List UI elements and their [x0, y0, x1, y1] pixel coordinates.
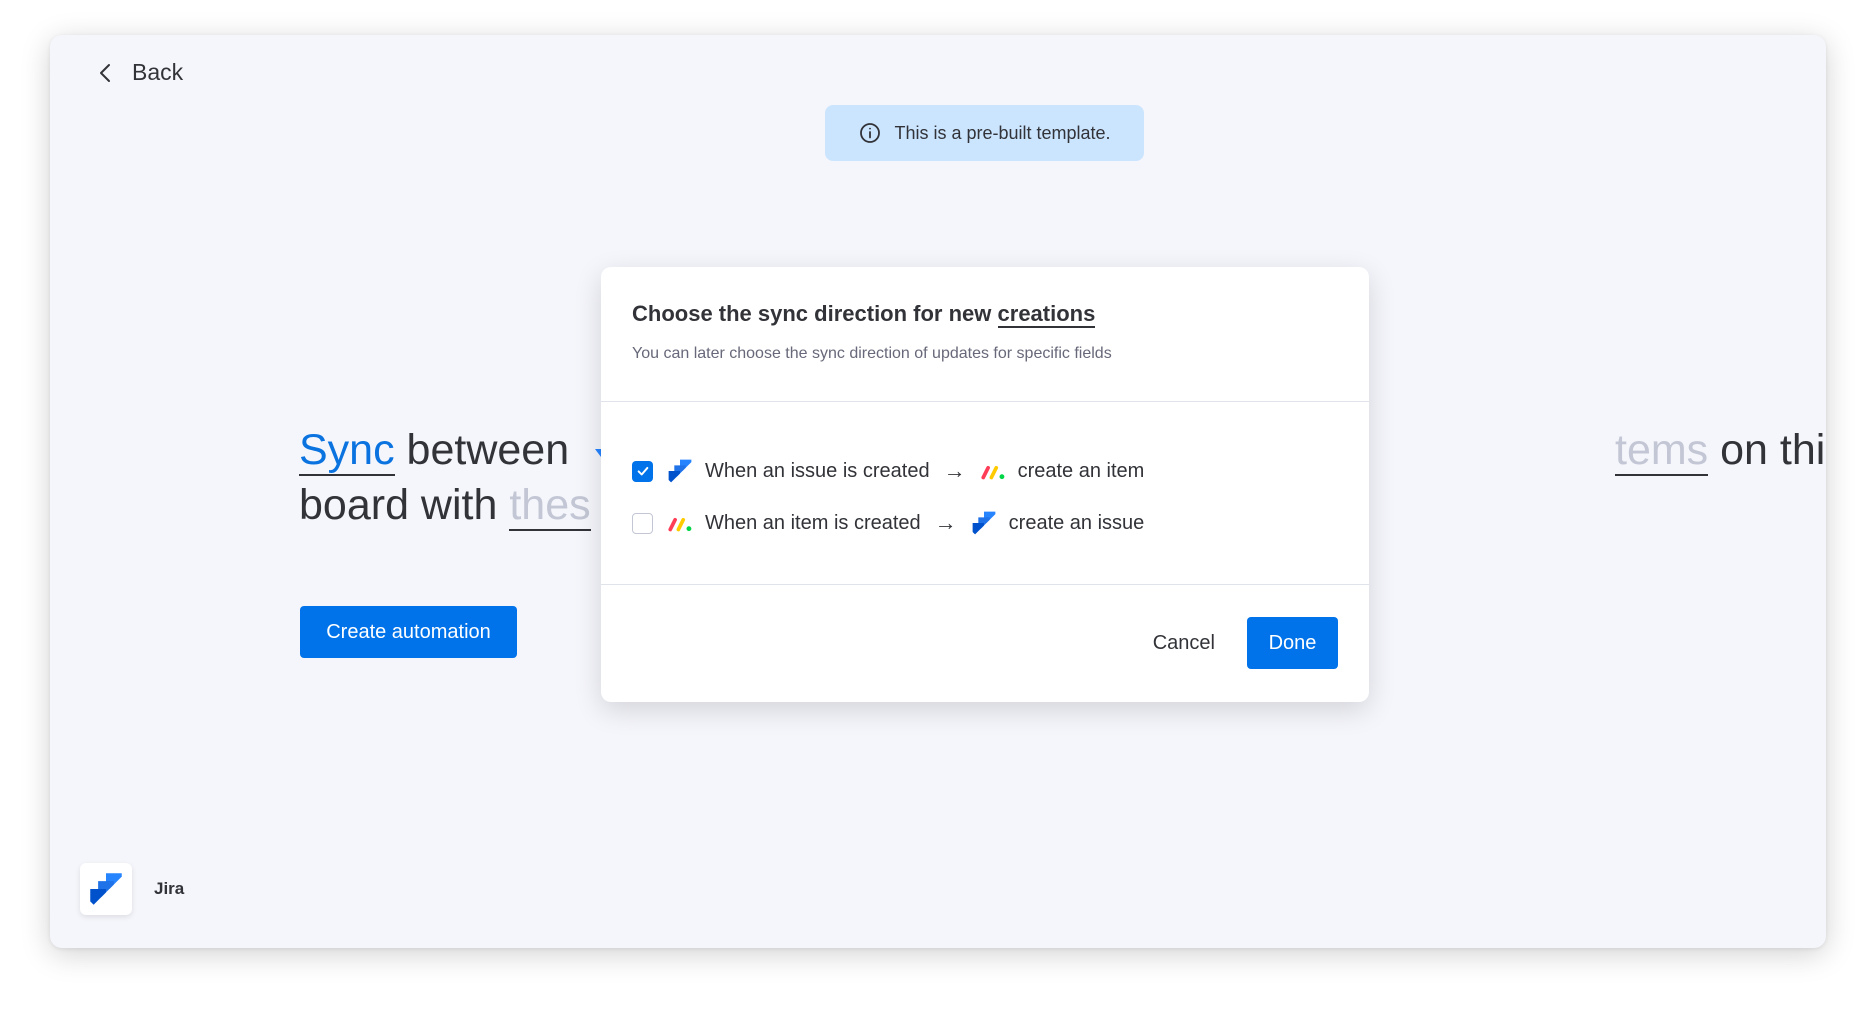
these-link[interactable]: thes — [509, 481, 591, 531]
items-link[interactable]: tems — [1615, 426, 1709, 476]
app-footer: Jira — [80, 863, 184, 915]
arrow-right-icon: → — [943, 458, 966, 483]
app-window: Back This is a pre-built template. Sync … — [50, 35, 1826, 948]
sentence-text-on-this: on this — [1720, 426, 1826, 474]
sync-link[interactable]: Sync — [299, 426, 395, 476]
option-issue-to-item[interactable]: When an issue is created → create an ite… — [632, 458, 1338, 484]
done-button[interactable]: Done — [1247, 617, 1338, 669]
checkbox-issue-to-item[interactable] — [632, 460, 653, 482]
back-button[interactable]: Back — [94, 59, 183, 86]
template-banner: This is a pre-built template. — [825, 105, 1144, 161]
chevron-left-icon — [100, 63, 110, 82]
dialog-header: Choose the sync direction for new creati… — [601, 267, 1369, 402]
monday-icon — [667, 510, 693, 536]
dialog-footer: Cancel Done — [601, 585, 1369, 701]
monday-icon — [980, 458, 1006, 484]
cancel-button[interactable]: Cancel — [1153, 620, 1215, 667]
dialog-subtitle: You can later choose the sync direction … — [632, 345, 1112, 362]
sentence-text-between: between — [394, 426, 582, 474]
option-trigger: When an issue is created — [705, 459, 930, 482]
jira-icon — [971, 510, 997, 536]
arrow-right-icon: → — [934, 510, 957, 535]
sentence-text-board-with: board with — [299, 481, 510, 529]
dialog-title-text: Choose the sync direction for new — [632, 301, 998, 326]
banner-text: This is a pre-built template. — [894, 122, 1111, 143]
option-action: create an issue — [1008, 511, 1145, 534]
option-item-to-issue[interactable]: When an item is created → create an issu… — [632, 510, 1338, 536]
sync-direction-dialog: Choose the sync direction for new creati… — [601, 267, 1369, 702]
check-icon — [637, 466, 648, 476]
create-automation-button[interactable]: Create automation — [300, 606, 517, 658]
jira-logo — [80, 863, 132, 915]
dialog-options: When an issue is created → create an ite… — [601, 402, 1369, 585]
app-name: Jira — [154, 879, 185, 898]
info-icon — [860, 123, 881, 143]
back-label: Back — [132, 59, 184, 85]
option-action: create an item — [1017, 459, 1145, 482]
jira-icon — [667, 458, 693, 484]
option-trigger: When an item is created — [705, 511, 921, 534]
checkbox-item-to-issue[interactable] — [632, 512, 653, 534]
dialog-title: Choose the sync direction for new creati… — [632, 301, 1338, 328]
jira-icon — [90, 873, 122, 905]
creations-link[interactable]: creations — [997, 301, 1096, 328]
